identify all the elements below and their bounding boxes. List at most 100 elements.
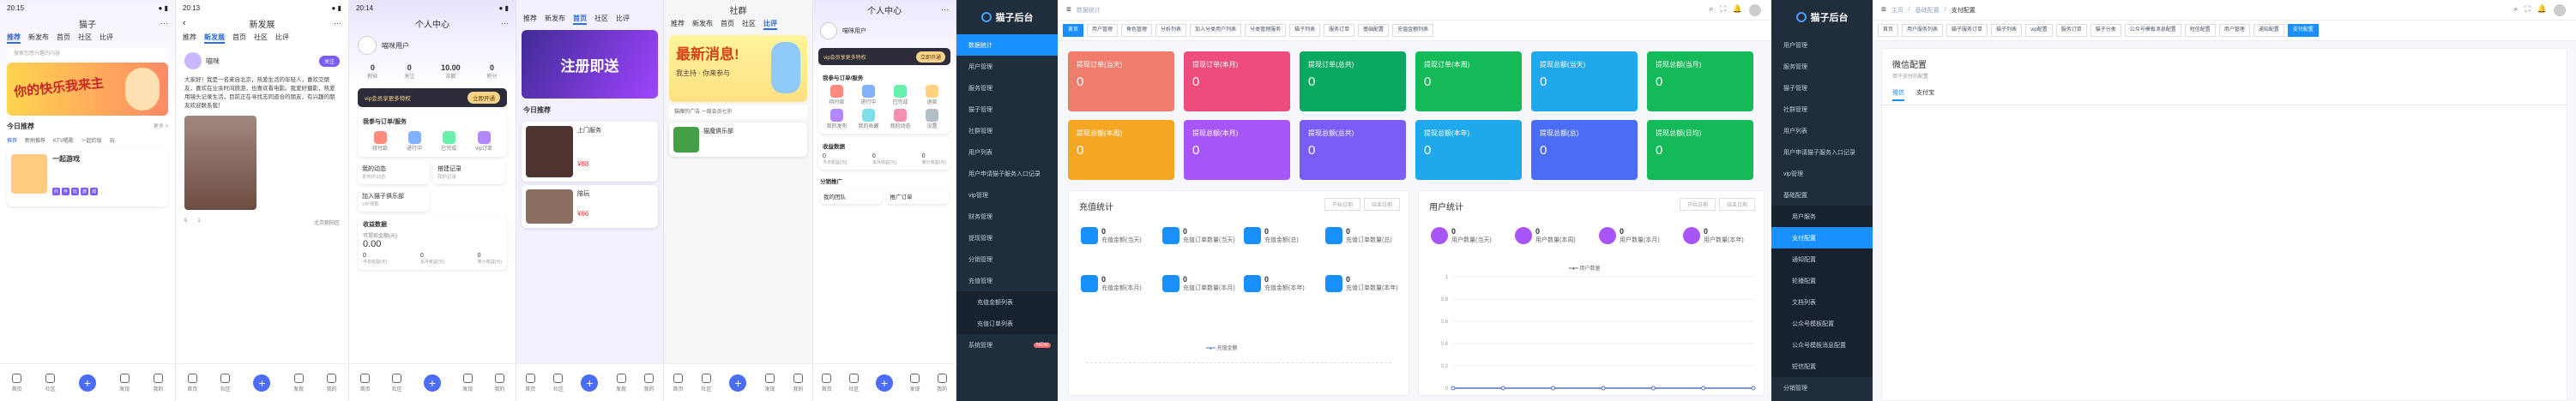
fullscreen-icon[interactable]: ⛶ bbox=[2525, 4, 2530, 16]
sidebar-item[interactable]: 服务管理 bbox=[956, 77, 1058, 99]
sidebar-item[interactable]: 轮播配置 bbox=[1771, 270, 1873, 291]
tag-item[interactable]: 通知配置 bbox=[2253, 24, 2284, 37]
menu-item[interactable]: 我的团队 bbox=[820, 189, 883, 204]
avatar[interactable] bbox=[184, 52, 202, 69]
tag-item[interactable]: 用户管理 bbox=[2218, 24, 2250, 37]
data-point[interactable] bbox=[1650, 386, 1656, 391]
menu-item[interactable]: 推广订单 bbox=[886, 189, 949, 204]
post-image[interactable] bbox=[184, 116, 256, 210]
bell-icon[interactable]: 🔔 bbox=[1733, 4, 1742, 16]
avatar[interactable] bbox=[1749, 3, 1761, 16]
hamburger-icon[interactable]: ≡ bbox=[1881, 5, 1886, 15]
stat-card[interactable]: 提现总额(当月) 0 bbox=[1647, 51, 1753, 111]
publish-button[interactable]: + bbox=[875, 374, 893, 392]
date-start-input[interactable]: 开始日期 bbox=[1679, 198, 1716, 211]
data-point[interactable] bbox=[1500, 386, 1505, 391]
tag-item[interactable]: 服务订单 bbox=[1324, 24, 1355, 37]
more-button[interactable]: ··· bbox=[160, 19, 168, 27]
tag-item[interactable]: 猫子列表 bbox=[1991, 24, 2023, 37]
sidebar-item[interactable]: 用户列表 bbox=[1771, 120, 1873, 141]
publish-button[interactable]: + bbox=[253, 374, 271, 392]
tag-item[interactable]: 猫子列表 bbox=[1289, 24, 1321, 37]
vip-open-button[interactable]: 立即开通 bbox=[915, 51, 945, 63]
notice-bar[interactable]: 猫魔的广告 一周会员七折 bbox=[669, 105, 807, 119]
filter-4[interactable]: 玩 bbox=[110, 136, 115, 144]
sidebar-item[interactable]: 用户列表 bbox=[956, 141, 1058, 163]
tag-item[interactable]: 首页 bbox=[1063, 24, 1084, 37]
publish-button[interactable]: + bbox=[729, 374, 747, 392]
data-point[interactable] bbox=[1601, 386, 1606, 391]
tag-item[interactable]: 服务订单 bbox=[2055, 24, 2087, 37]
sidebar-item[interactable]: 文档列表 bbox=[1771, 291, 1873, 313]
stat-card[interactable]: 提现总额(总) 0 bbox=[1531, 120, 1638, 180]
sidebar-item[interactable]: 社群管理 bbox=[956, 120, 1058, 141]
like-count[interactable]: 5 bbox=[184, 218, 187, 226]
sidebar-item[interactable]: 分销管理 bbox=[1771, 377, 1873, 398]
sidebar-item[interactable]: 基础配置 bbox=[1771, 184, 1873, 206]
tag-item[interactable]: 基础配置 bbox=[1358, 24, 1390, 37]
tag-item[interactable]: 加入分类用户列表 bbox=[1190, 24, 1242, 37]
tab-mine[interactable]: 我的 bbox=[153, 373, 163, 392]
breadcrumb-1[interactable]: 基础配置 bbox=[1915, 6, 1940, 15]
more-button[interactable]: ··· bbox=[334, 19, 341, 27]
sidebar-item[interactable]: 系统管理 NEW bbox=[956, 334, 1058, 356]
tag-item[interactable]: vip配置 bbox=[2025, 24, 2053, 37]
service-card[interactable]: 陪玩 ¥66 bbox=[522, 185, 658, 228]
vip-open-button[interactable]: 立即开通 bbox=[468, 92, 500, 104]
publish-button[interactable]: + bbox=[79, 374, 96, 392]
date-start-input[interactable]: 开始日期 bbox=[1324, 198, 1360, 211]
sidebar-item[interactable]: 充值订单列表 bbox=[956, 313, 1058, 334]
section-more[interactable]: 更多 > bbox=[154, 122, 168, 131]
sidebar-item[interactable]: 分销管理 bbox=[956, 248, 1058, 270]
stat-card[interactable]: 提现总额(本周) 0 bbox=[1068, 120, 1174, 180]
filter-0[interactable]: 推荐 bbox=[7, 136, 17, 144]
sidebar-item[interactable]: 用户申请猫子服务入口记录 bbox=[956, 163, 1058, 184]
avatar[interactable] bbox=[820, 22, 837, 39]
stat-card[interactable]: 提现订单(当天) 0 bbox=[1068, 51, 1174, 111]
tab-community[interactable]: 社区 bbox=[45, 373, 56, 392]
hamburger-icon[interactable]: ≡ bbox=[1066, 5, 1071, 15]
sidebar-item[interactable]: 猫子管理 bbox=[956, 99, 1058, 120]
breadcrumb-0[interactable]: 主页 bbox=[1891, 6, 1903, 15]
tag-item[interactable]: 分类管理服务 bbox=[1245, 24, 1287, 37]
date-end-input[interactable]: 结束日期 bbox=[1363, 198, 1400, 211]
filter-3[interactable]: 一起约饭 bbox=[81, 136, 102, 144]
search-icon[interactable]: ⌕ bbox=[1709, 4, 1713, 16]
tag-item[interactable]: 短信配置 bbox=[2184, 24, 2216, 37]
search-input[interactable]: 搜索您感兴趣的内容 bbox=[7, 48, 168, 60]
tag-item[interactable]: 用户服务列表 bbox=[1902, 24, 1944, 37]
stat-card[interactable]: 提现总额(当天) 0 bbox=[1531, 51, 1638, 111]
tab-discover[interactable]: 发现 bbox=[119, 373, 130, 392]
sidebar-item[interactable]: 支付配置 bbox=[1771, 227, 1873, 248]
filter-2[interactable]: KTV唱歌 bbox=[53, 136, 74, 144]
tab-0[interactable]: 推荐 bbox=[7, 33, 21, 44]
sidebar-item[interactable]: 提现管理 bbox=[956, 227, 1058, 248]
sidebar-item[interactable]: 充值金额列表 bbox=[956, 291, 1058, 313]
tab-3[interactable]: 社区 bbox=[78, 33, 92, 44]
comment-count[interactable]: 1 bbox=[197, 218, 200, 226]
news-banner[interactable]: 最新消息! 我主持 · 你来参与 bbox=[669, 35, 807, 102]
tab-1[interactable]: 新发布 bbox=[28, 33, 49, 44]
stat-card[interactable]: 提现订单(总共) 0 bbox=[1300, 51, 1406, 111]
tab-wechat[interactable]: 微信 bbox=[1892, 88, 1904, 101]
stat-card[interactable]: 提现总额(本年) 0 bbox=[1415, 120, 1522, 180]
back-icon[interactable]: ‹ bbox=[183, 18, 186, 28]
bell-icon[interactable]: 🔔 bbox=[2537, 4, 2547, 16]
stat-card[interactable]: 提现订单(本月) 0 bbox=[1184, 51, 1290, 111]
tab-alipay[interactable]: 支付宝 bbox=[1916, 88, 1934, 101]
menu-item[interactable]: 加入猫子俱乐部 VIP领取 bbox=[358, 188, 430, 212]
promo-banner[interactable]: 注册即送 bbox=[522, 30, 658, 99]
tag-item[interactable]: 充值金额列表 bbox=[1392, 24, 1434, 37]
sidebar-item[interactable]: 社群管理 bbox=[1771, 99, 1873, 120]
tag-item[interactable]: 猫子分类 bbox=[2090, 24, 2121, 37]
stat-card[interactable]: 提现订单(本周) 0 bbox=[1415, 51, 1522, 111]
tag-item[interactable]: 公众号模板消息配置 bbox=[2124, 24, 2181, 37]
tab-2[interactable]: 首页 bbox=[57, 33, 70, 44]
publish-button[interactable]: + bbox=[581, 374, 599, 392]
sidebar-item[interactable]: 公众号模板消息配置 bbox=[1771, 334, 1873, 356]
tag-item[interactable]: 用户管理 bbox=[1087, 24, 1119, 37]
sidebar-item[interactable]: 用户服务 bbox=[1771, 206, 1873, 227]
menu-item[interactable]: 我的动态 发布的动态 bbox=[358, 160, 430, 184]
stat-card[interactable]: 提现总额(日均) 0 bbox=[1647, 120, 1753, 180]
stat-card[interactable]: 提现总额(总共) 0 bbox=[1300, 120, 1406, 180]
